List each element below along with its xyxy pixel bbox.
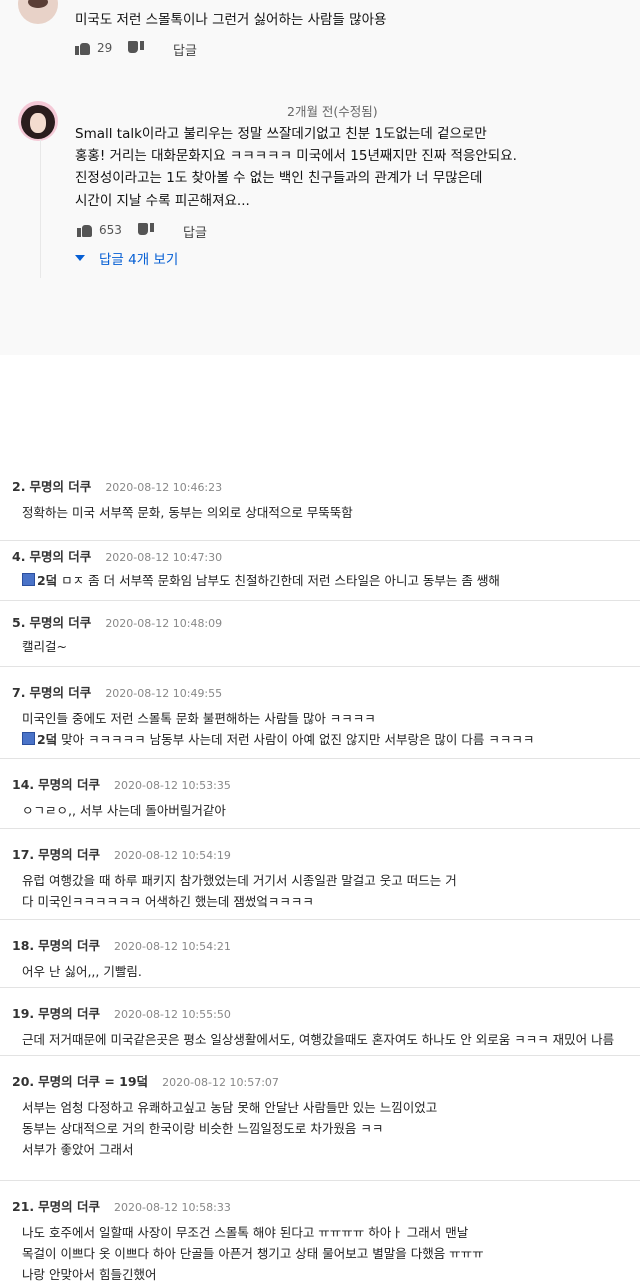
comment-date: 2020-08-12 10:54:21	[114, 940, 231, 953]
comment-author[interactable]: 무명의 더쿠	[38, 847, 100, 862]
comment-header: 18. 무명의 더쿠 2020-08-12 10:54:21	[12, 935, 231, 954]
reply-reference[interactable]: 2덬	[37, 573, 57, 588]
avatar-face-image	[30, 113, 46, 133]
like-count: 29	[97, 41, 113, 55]
comment-line: 동부는 상대적으로 거의 한국이랑 비슷한 느낌일정도로 차가웠음 ㅋㅋ	[22, 1121, 384, 1136]
comment-header: 7. 무명의 더쿠 2020-08-12 10:49:55	[12, 682, 222, 701]
comment-text-line: 진정성이라고는 1도 찾아볼 수 없는 백인 친구들과의 관계가 너 무많은데	[75, 170, 483, 186]
comment-line: 캘리걸~	[22, 639, 67, 654]
commenter-avatar[interactable]	[18, 101, 58, 141]
comment-author[interactable]: 무명의 더쿠	[29, 615, 91, 630]
comment-line-text: ㅁㅈ 좀 더 서부쪽 문화임 남부도 친절하긴한데 저런 스타일은 아니고 동부…	[57, 573, 500, 588]
reply-reference-icon	[22, 573, 35, 586]
like-button[interactable]: 653	[77, 223, 122, 237]
comment-line: 2덬 맞아 ㅋㅋㅋㅋㅋ 남동부 사는데 저런 사람이 아예 없진 않지만 서부랑…	[22, 729, 534, 750]
comment-line: ㅇㄱㄹㅇ,, 서부 사는데 돌아버릴거같아	[22, 803, 226, 818]
comment-line: 나랑 안맞아서 힘들긴했어	[22, 1267, 157, 1282]
forum-comment: 20. 무명의 더쿠 = 19덬 2020-08-12 10:57:07 서부는 엄…	[0, 1055, 640, 1181]
comment-line: 유럽 여행갔을 때 하루 패키지 참가했었는데 거기서 시종일관 말걸고 웃고 …	[22, 873, 457, 888]
comment-date: 2020-08-12 10:58:33	[114, 1201, 231, 1214]
comment-number: 18.	[12, 938, 35, 953]
comment-header: 17. 무명의 더쿠 2020-08-12 10:54:19	[12, 844, 231, 863]
forum-comment: 4. 무명의 더쿠 2020-08-12 10:47:30 2덬 ㅁㅈ 좀 더 서부…	[0, 540, 640, 601]
like-count: 653	[99, 223, 122, 237]
comment-author[interactable]: 무명의 더쿠	[29, 549, 91, 564]
comment-date: 2020-08-12 10:48:09	[105, 617, 223, 630]
comment-number: 17.	[12, 847, 35, 862]
comment-line: 서부는 엄청 다정하고 유쾌하고싶고 농담 못해 안달난 사람들만 있는 느낌이…	[22, 1100, 438, 1115]
comment-text: 미국도 저런 스몰톡이나 그런거 싫어하는 사람들 많아용	[75, 12, 387, 28]
comment-text-line: 홍홍! 거리는 대화문화지요 ㅋㅋㅋㅋㅋ 미국에서 15년째지만 진짜 적응안되…	[75, 148, 517, 164]
thumbs-down-icon	[138, 223, 154, 237]
comment-header: 4. 무명의 더쿠 2020-08-12 10:47:30	[12, 546, 222, 565]
comment-line: 나도 호주에서 일할때 사장이 무조건 스몰톡 해야 된다고 ㅠㅠㅠㅠ 하아ㅏ …	[22, 1225, 469, 1240]
thumbs-up-icon	[75, 41, 91, 55]
comment-author[interactable]: 무명의 더쿠	[38, 1006, 100, 1021]
comment-date: 2020-08-12 10:49:55	[105, 687, 223, 700]
commenter-avatar[interactable]	[18, 0, 58, 24]
comment-date: 2020-08-12 10:47:30	[105, 551, 223, 564]
comment-author[interactable]: 무명의 더쿠	[38, 777, 100, 792]
reply-button[interactable]: 답글	[183, 222, 207, 241]
comment-number: 4.	[12, 549, 26, 564]
comment-line: 미국인들 중에도 저런 스몰톡 문화 불편해하는 사람들 많아 ㅋㅋㅋㅋ	[22, 711, 376, 726]
forum-comment: 21. 무명의 더쿠 2020-08-12 10:58:33 나도 호주에서 일할때…	[0, 1180, 640, 1282]
comment-header: 2. 무명의 더쿠 2020-08-12 10:46:23	[12, 476, 222, 495]
comment-number: 19.	[12, 1006, 35, 1021]
comment-line: 정확하는 미국 서부쪽 문화, 동부는 의외로 상대적으로 무뚝뚝함	[22, 505, 353, 520]
comment-date: 2020-08-12 10:46:23	[105, 481, 223, 494]
comment-header: 5. 무명의 더쿠 2020-08-12 10:48:09	[12, 612, 222, 631]
comment-author[interactable]: 무명의 더쿠	[38, 1199, 100, 1214]
comment-number: 7.	[12, 685, 26, 700]
reply-button[interactable]: 답글	[173, 40, 197, 59]
comment-line: 근데 저거때문에 미국같은곳은 평소 일상생활에서도, 여행갔을때도 혼자여도 …	[22, 1032, 615, 1047]
comment-header: 19. 무명의 더쿠 2020-08-12 10:55:50	[12, 1003, 231, 1022]
reply-reference[interactable]: 2덬	[37, 732, 57, 747]
comment-date: 2020-08-12 10:54:19	[114, 849, 231, 862]
comment-timestamp: 2개월 전(수정됨)	[287, 104, 378, 119]
comment-header: 14. 무명의 더쿠 2020-08-12 10:53:35	[12, 774, 231, 793]
comment-line: 다 미국인ㅋㅋㅋㅋㅋㅋ 어색하긴 했는데 잼썼엌ㅋㅋㅋㅋ	[22, 894, 314, 909]
comment-author[interactable]: 무명의 더쿠	[29, 685, 91, 700]
forum-comment: 19. 무명의 더쿠 2020-08-12 10:55:50 근데 저거때문에 미국…	[0, 987, 640, 1056]
comment-number: 14.	[12, 777, 35, 792]
like-button[interactable]: 29	[75, 41, 112, 55]
view-replies-label: 답글 4개 보기	[99, 252, 179, 268]
thread-divider	[40, 140, 41, 278]
comment-line: 어우 난 싫어,,, 기빨림.	[22, 964, 142, 979]
forum-comment: 17. 무명의 더쿠 2020-08-12 10:54:19 유럽 여행갔을 때 하…	[0, 828, 640, 920]
comment-line: 2덬 ㅁㅈ 좀 더 서부쪽 문화임 남부도 친절하긴한데 저런 스타일은 아니고…	[22, 570, 500, 591]
dislike-button[interactable]	[138, 223, 154, 237]
comment-number: 5.	[12, 615, 26, 630]
comment-author[interactable]: 무명의 더쿠 = 19덬	[38, 1074, 148, 1089]
comment-line: 서부가 좋았어 그래서	[22, 1142, 134, 1157]
comment-text-line: 시간이 지날 수록 피곤해져요...	[75, 193, 250, 209]
forum-comment: 18. 무명의 더쿠 2020-08-12 10:54:21 어우 난 싫어,,, …	[0, 919, 640, 988]
comment-number: 20.	[12, 1074, 35, 1089]
forum-comment: 2. 무명의 더쿠 2020-08-12 10:46:23 정확하는 미국 서부쪽 …	[0, 462, 640, 541]
dislike-button[interactable]	[128, 41, 144, 55]
comment-line-text: 맞아 ㅋㅋㅋㅋㅋ 남동부 사는데 저런 사람이 아예 없진 않지만 서부랑은 많…	[57, 732, 535, 747]
comment-number: 2.	[12, 479, 26, 494]
comment-date: 2020-08-12 10:57:07	[162, 1076, 279, 1089]
forum-comment: 14. 무명의 더쿠 2020-08-12 10:53:35 ㅇㄱㄹㅇ,, 서부 사…	[0, 758, 640, 829]
comment-date: 2020-08-12 10:55:50	[114, 1008, 231, 1021]
reply-reference-icon	[22, 732, 35, 745]
comment-number: 21.	[12, 1199, 35, 1214]
thumbs-down-icon	[128, 41, 144, 55]
view-replies-button[interactable]: 답글 4개 보기	[75, 248, 178, 268]
chevron-down-icon	[75, 255, 85, 261]
comment-author[interactable]: 무명의 더쿠	[38, 938, 100, 953]
comment-line: 목걸이 이쁘다 옷 이쁘다 하아 단골들 아픈거 챙기고 상태 물어보고 별말을…	[22, 1246, 484, 1261]
comment-header: 21. 무명의 더쿠 2020-08-12 10:58:33	[12, 1196, 231, 1215]
comment-date: 2020-08-12 10:53:35	[114, 779, 231, 792]
forum-comment: 5. 무명의 더쿠 2020-08-12 10:48:09 캘리걸~	[0, 600, 640, 667]
comment-header: 20. 무명의 더쿠 = 19덬 2020-08-12 10:57:07	[12, 1071, 279, 1090]
forum-comment: 7. 무명의 더쿠 2020-08-12 10:49:55 미국인들 중에도 저런 …	[0, 666, 640, 759]
comment-text-line: Small talk이라고 불리우는 정말 쓰잘데기없고 친분 1도없는데 겉으…	[75, 126, 487, 142]
youtube-comment-section: 미국도 저런 스몰톡이나 그런거 싫어하는 사람들 많아용 29 답글 2개월 …	[0, 0, 640, 355]
comment-author[interactable]: 무명의 더쿠	[29, 479, 91, 494]
avatar-eye-image	[28, 0, 48, 8]
thumbs-up-icon	[77, 223, 93, 237]
